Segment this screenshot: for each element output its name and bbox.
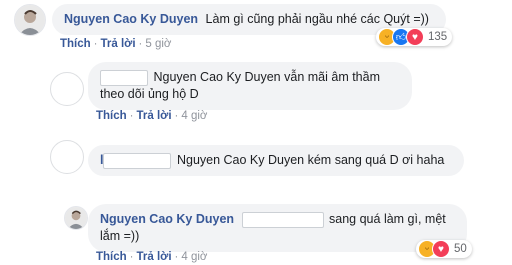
comment-author[interactable]: Nguyen Cao Ky Duyen [100, 212, 234, 226]
reaction-count: 50 [454, 243, 467, 255]
mention-link[interactable]: Nguyen Cao Ky Duyen [177, 153, 304, 167]
comment-actions: Thích · Trả lời · 4 giờ [96, 251, 207, 263]
comment-actions: Thích · Trả lời · 4 giờ [96, 110, 207, 122]
avatar[interactable] [14, 4, 46, 36]
timestamp[interactable]: 5 giờ [145, 38, 171, 50]
redacted-mention [241, 211, 324, 228]
separator: · [174, 110, 179, 122]
comment-text: kém sang quá D ơi haha [307, 153, 445, 167]
like-button[interactable]: Thích [60, 38, 91, 50]
reactions-summary[interactable]: ᵕ ♥ 50 [416, 240, 472, 258]
comment-bubble: Nguyen Cao Ky Duyen vẫn mãi âm thầm theo… [88, 62, 412, 110]
timestamp[interactable]: 4 giờ [181, 251, 207, 263]
reactions-summary[interactable]: ᵕ 👍︎ ♥ 135 [376, 28, 453, 46]
avatar[interactable] [50, 72, 84, 106]
profile-photo-icon [15, 5, 45, 35]
mention-link[interactable]: Nguyen Cao Ky Duyen [153, 70, 280, 84]
like-button[interactable]: Thích [96, 110, 127, 122]
comment-actions: Thích · Trả lời · 5 giờ [60, 38, 171, 50]
comment-author[interactable]: Nguyen Cao Ky Duyen [64, 12, 198, 26]
comment-bubble: Nguyen Cao Ky Duyen sang quá làm gì, mệt… [88, 204, 467, 252]
profile-photo-icon [65, 207, 87, 229]
reply-button[interactable]: Trả lời [137, 110, 172, 122]
timestamp[interactable]: 4 giờ [181, 110, 207, 122]
separator: · [174, 251, 179, 263]
love-icon: ♥ [406, 28, 424, 46]
redacted-author-name [103, 152, 172, 169]
separator: · [129, 110, 134, 122]
comment-bubble: l Nguyen Cao Ky Duyen kém sang quá D ơi … [88, 145, 464, 176]
redacted-author-name [100, 69, 148, 86]
separator: · [93, 38, 98, 50]
like-button[interactable]: Thích [96, 251, 127, 263]
love-icon: ♥ [432, 240, 450, 258]
separator: · [138, 38, 143, 50]
avatar[interactable] [50, 140, 84, 174]
separator: · [129, 251, 134, 263]
comment-text: Làm gì cũng phải ngầu nhé các Quýt =)) [205, 12, 429, 26]
avatar[interactable] [64, 206, 88, 230]
reply-button[interactable]: Trả lời [137, 251, 172, 263]
reply-button[interactable]: Trả lời [101, 38, 136, 50]
reaction-count: 135 [428, 31, 448, 43]
